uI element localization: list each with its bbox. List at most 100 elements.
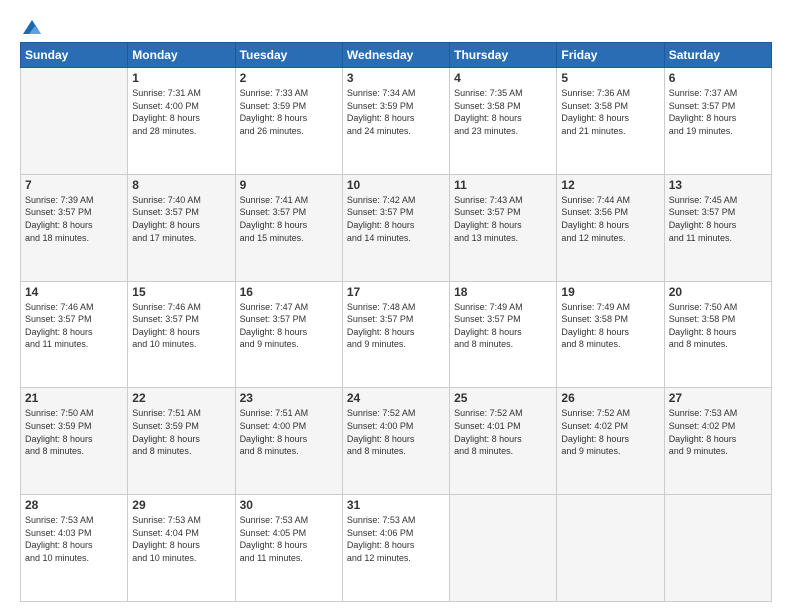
day-info: Sunrise: 7:39 AM Sunset: 3:57 PM Dayligh… [25, 194, 123, 244]
day-info: Sunrise: 7:48 AM Sunset: 3:57 PM Dayligh… [347, 301, 445, 351]
day-info: Sunrise: 7:52 AM Sunset: 4:01 PM Dayligh… [454, 407, 552, 457]
day-info: Sunrise: 7:53 AM Sunset: 4:06 PM Dayligh… [347, 514, 445, 564]
day-number: 9 [240, 178, 338, 192]
day-number: 2 [240, 71, 338, 85]
calendar-cell: 22 Sunrise: 7:51 AM Sunset: 3:59 PM Dayli… [128, 388, 235, 495]
calendar-week-row: 21 Sunrise: 7:50 AM Sunset: 3:59 PM Dayli… [21, 388, 772, 495]
day-of-week-tuesday: Tuesday [235, 43, 342, 68]
page: SundayMondayTuesdayWednesdayThursdayFrid… [0, 0, 792, 612]
day-info: Sunrise: 7:31 AM Sunset: 4:00 PM Dayligh… [132, 87, 230, 137]
day-of-week-friday: Friday [557, 43, 664, 68]
day-info: Sunrise: 7:46 AM Sunset: 3:57 PM Dayligh… [25, 301, 123, 351]
calendar-cell: 30 Sunrise: 7:53 AM Sunset: 4:05 PM Dayli… [235, 495, 342, 602]
day-number: 24 [347, 391, 445, 405]
calendar-cell: 21 Sunrise: 7:50 AM Sunset: 3:59 PM Dayli… [21, 388, 128, 495]
calendar-cell: 7 Sunrise: 7:39 AM Sunset: 3:57 PM Daylig… [21, 174, 128, 281]
header [20, 18, 772, 32]
calendar-cell: 5 Sunrise: 7:36 AM Sunset: 3:58 PM Daylig… [557, 68, 664, 175]
logo [20, 18, 44, 32]
day-info: Sunrise: 7:46 AM Sunset: 3:57 PM Dayligh… [132, 301, 230, 351]
day-number: 14 [25, 285, 123, 299]
calendar-cell: 3Sunrise: 7:34 AM Sunset: 3:59 PM Daylig… [342, 68, 449, 175]
day-number: 13 [669, 178, 767, 192]
day-of-week-wednesday: Wednesday [342, 43, 449, 68]
calendar-cell: 31 Sunrise: 7:53 AM Sunset: 4:06 PM Dayli… [342, 495, 449, 602]
day-of-week-monday: Monday [128, 43, 235, 68]
calendar-cell: 17 Sunrise: 7:48 AM Sunset: 3:57 PM Dayli… [342, 281, 449, 388]
calendar-cell: 6Sunrise: 7:37 AM Sunset: 3:57 PM Daylig… [664, 68, 771, 175]
calendar-cell: 23 Sunrise: 7:51 AM Sunset: 4:00 PM Dayli… [235, 388, 342, 495]
day-info: Sunrise: 7:35 AM Sunset: 3:58 PM Dayligh… [454, 87, 552, 137]
calendar-cell: 20Sunrise: 7:50 AM Sunset: 3:58 PM Dayli… [664, 281, 771, 388]
calendar-cell [557, 495, 664, 602]
day-number: 7 [25, 178, 123, 192]
day-number: 11 [454, 178, 552, 192]
day-info: Sunrise: 7:51 AM Sunset: 3:59 PM Dayligh… [132, 407, 230, 457]
day-of-week-sunday: Sunday [21, 43, 128, 68]
day-info: Sunrise: 7:37 AM Sunset: 3:57 PM Dayligh… [669, 87, 767, 137]
day-number: 26 [561, 391, 659, 405]
day-number: 18 [454, 285, 552, 299]
day-info: Sunrise: 7:52 AM Sunset: 4:02 PM Dayligh… [561, 407, 659, 457]
calendar-header-row: SundayMondayTuesdayWednesdayThursdayFrid… [21, 43, 772, 68]
calendar-cell: 14 Sunrise: 7:46 AM Sunset: 3:57 PM Dayli… [21, 281, 128, 388]
day-info: Sunrise: 7:51 AM Sunset: 4:00 PM Dayligh… [240, 407, 338, 457]
day-info: Sunrise: 7:44 AM Sunset: 3:56 PM Dayligh… [561, 194, 659, 244]
day-number: 4 [454, 71, 552, 85]
day-number: 5 [561, 71, 659, 85]
day-number: 19 [561, 285, 659, 299]
day-number: 21 [25, 391, 123, 405]
day-number: 15 [132, 285, 230, 299]
day-number: 31 [347, 498, 445, 512]
calendar-cell: 18Sunrise: 7:49 AM Sunset: 3:57 PM Dayli… [450, 281, 557, 388]
day-number: 17 [347, 285, 445, 299]
day-of-week-saturday: Saturday [664, 43, 771, 68]
calendar-cell: 26 Sunrise: 7:52 AM Sunset: 4:02 PM Dayli… [557, 388, 664, 495]
day-number: 10 [347, 178, 445, 192]
day-number: 27 [669, 391, 767, 405]
calendar-cell: 24 Sunrise: 7:52 AM Sunset: 4:00 PM Dayli… [342, 388, 449, 495]
logo-icon [21, 18, 43, 36]
day-number: 3 [347, 71, 445, 85]
calendar-table: SundayMondayTuesdayWednesdayThursdayFrid… [20, 42, 772, 602]
calendar-cell: 15 Sunrise: 7:46 AM Sunset: 3:57 PM Dayli… [128, 281, 235, 388]
day-number: 29 [132, 498, 230, 512]
day-number: 8 [132, 178, 230, 192]
day-info: Sunrise: 7:45 AM Sunset: 3:57 PM Dayligh… [669, 194, 767, 244]
day-number: 22 [132, 391, 230, 405]
calendar-cell: 2 Sunrise: 7:33 AM Sunset: 3:59 PM Daylig… [235, 68, 342, 175]
day-info: Sunrise: 7:42 AM Sunset: 3:57 PM Dayligh… [347, 194, 445, 244]
calendar-cell: 1 Sunrise: 7:31 AM Sunset: 4:00 PM Daylig… [128, 68, 235, 175]
day-info: Sunrise: 7:49 AM Sunset: 3:58 PM Dayligh… [561, 301, 659, 351]
calendar-cell: 10 Sunrise: 7:42 AM Sunset: 3:57 PM Dayli… [342, 174, 449, 281]
day-info: Sunrise: 7:36 AM Sunset: 3:58 PM Dayligh… [561, 87, 659, 137]
calendar-week-row: 14 Sunrise: 7:46 AM Sunset: 3:57 PM Dayli… [21, 281, 772, 388]
day-number: 25 [454, 391, 552, 405]
calendar-cell [664, 495, 771, 602]
calendar-cell: 25 Sunrise: 7:52 AM Sunset: 4:01 PM Dayli… [450, 388, 557, 495]
calendar-cell: 9 Sunrise: 7:41 AM Sunset: 3:57 PM Daylig… [235, 174, 342, 281]
calendar-cell: 11 Sunrise: 7:43 AM Sunset: 3:57 PM Dayli… [450, 174, 557, 281]
day-number: 23 [240, 391, 338, 405]
day-info: Sunrise: 7:43 AM Sunset: 3:57 PM Dayligh… [454, 194, 552, 244]
calendar-cell: 28Sunrise: 7:53 AM Sunset: 4:03 PM Dayli… [21, 495, 128, 602]
day-info: Sunrise: 7:41 AM Sunset: 3:57 PM Dayligh… [240, 194, 338, 244]
calendar-week-row: 1 Sunrise: 7:31 AM Sunset: 4:00 PM Daylig… [21, 68, 772, 175]
calendar-cell: 16Sunrise: 7:47 AM Sunset: 3:57 PM Dayli… [235, 281, 342, 388]
calendar-cell: 4 Sunrise: 7:35 AM Sunset: 3:58 PM Daylig… [450, 68, 557, 175]
day-of-week-thursday: Thursday [450, 43, 557, 68]
calendar-cell: 19 Sunrise: 7:49 AM Sunset: 3:58 PM Dayli… [557, 281, 664, 388]
day-info: Sunrise: 7:53 AM Sunset: 4:02 PM Dayligh… [669, 407, 767, 457]
calendar-cell: 8 Sunrise: 7:40 AM Sunset: 3:57 PM Daylig… [128, 174, 235, 281]
day-info: Sunrise: 7:53 AM Sunset: 4:04 PM Dayligh… [132, 514, 230, 564]
day-info: Sunrise: 7:53 AM Sunset: 4:05 PM Dayligh… [240, 514, 338, 564]
calendar-cell: 13 Sunrise: 7:45 AM Sunset: 3:57 PM Dayli… [664, 174, 771, 281]
day-number: 1 [132, 71, 230, 85]
day-info: Sunrise: 7:33 AM Sunset: 3:59 PM Dayligh… [240, 87, 338, 137]
calendar-week-row: 28Sunrise: 7:53 AM Sunset: 4:03 PM Dayli… [21, 495, 772, 602]
day-info: Sunrise: 7:52 AM Sunset: 4:00 PM Dayligh… [347, 407, 445, 457]
day-info: Sunrise: 7:40 AM Sunset: 3:57 PM Dayligh… [132, 194, 230, 244]
day-info: Sunrise: 7:50 AM Sunset: 3:58 PM Dayligh… [669, 301, 767, 351]
day-number: 30 [240, 498, 338, 512]
day-info: Sunrise: 7:50 AM Sunset: 3:59 PM Dayligh… [25, 407, 123, 457]
